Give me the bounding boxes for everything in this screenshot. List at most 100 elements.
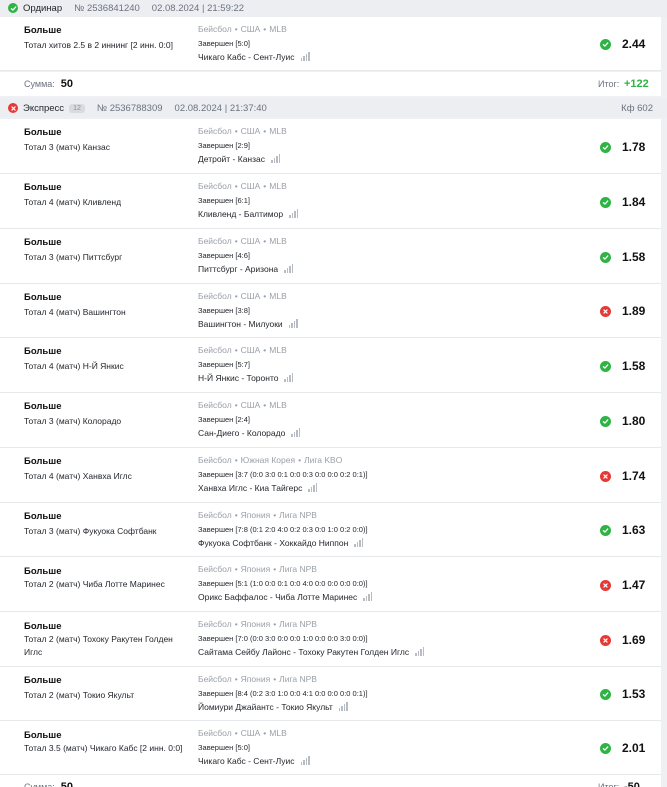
- check-circle-icon: [600, 196, 611, 208]
- match-teams[interactable]: Н-Й Янкис - Торонто: [198, 373, 294, 383]
- sport-name: Бейсбол: [198, 345, 232, 355]
- sport-breadcrumb: Бейсбол • США • MLB: [198, 181, 287, 191]
- country-name: США: [240, 236, 261, 246]
- separator-dot: •: [234, 674, 238, 684]
- stats-bars-icon[interactable]: [415, 647, 425, 656]
- event-row[interactable]: Больше Тотал 3 (матч) Фукуока Софтбанк Бей…: [0, 503, 661, 557]
- league-name: Лига KBO: [304, 455, 343, 465]
- cross-circle-icon: [600, 306, 611, 317]
- stats-bars-icon[interactable]: [288, 319, 298, 328]
- event-row[interactable]: Больше Тотал 4 (матч) Кливленд Бейсбол • США…: [0, 174, 661, 229]
- match-teams[interactable]: Чикаго Кабс - Сент-Луис: [198, 756, 310, 766]
- stats-bars-icon[interactable]: [289, 209, 299, 218]
- event-row[interactable]: Больше Тотал 2 (матч) Тохоку Ракутен Голд…: [0, 612, 661, 667]
- sport-breadcrumb: Бейсбол • США • MLB: [198, 236, 287, 246]
- separator-dot: •: [263, 181, 267, 191]
- stats-bars-icon[interactable]: [354, 538, 364, 547]
- separator-dot: •: [263, 24, 267, 34]
- match-name: Сайтама Сейбу Лайонс - Тохоку Ракутен Го…: [198, 647, 410, 657]
- match-teams[interactable]: Йомиури Джайантс - Токио Якульт: [198, 702, 348, 712]
- coefficient: 1.53: [622, 687, 646, 701]
- cross-circle-icon: [600, 470, 611, 482]
- match-teams[interactable]: Фукуока Софтбанк - Хоккайдо Ниппон: [198, 538, 364, 548]
- event-row[interactable]: Больше Тотал 4 (матч) Вашингтон Бейсбол • СШ…: [0, 284, 661, 338]
- match-status: Завершен [3:7 (0:0 3:0 0:1 0:0 0:3 0:0 0…: [198, 470, 368, 479]
- check-circle-icon: [600, 689, 611, 700]
- stats-bars-icon[interactable]: [284, 264, 294, 273]
- bet-type: Экспресс: [23, 102, 65, 114]
- event-row[interactable]: Больше Тотал 4 (матч) Н-Й Янкис Бейсбол • СШ…: [0, 338, 661, 393]
- league-name: Лига NPB: [279, 619, 317, 629]
- bet-header[interactable]: Ординар № 2536841240 02.08.2024 | 21:59:22: [0, 0, 667, 17]
- market-name: Тотал 3 (матч) Фукуока Софтбанк: [24, 526, 157, 536]
- match-status: Завершен [5:1 (1:0 0:0 0:1 0:0 4:0 0:0 0…: [198, 579, 368, 588]
- event-row[interactable]: Больше Тотал 2 (матч) Токио Якульт Бейсбол…: [0, 667, 661, 721]
- check-circle-icon: [600, 525, 611, 536]
- match-teams[interactable]: Орикс Баффалос - Чиба Лотте Маринес: [198, 592, 373, 602]
- stats-bars-icon[interactable]: [363, 592, 373, 601]
- stake-label: Сумма:: [24, 79, 55, 89]
- match-name: Фукуока Софтбанк - Хоккайдо Ниппон: [198, 538, 349, 548]
- match-teams[interactable]: Кливленд - Балтимор: [198, 209, 299, 219]
- stats-bars-icon[interactable]: [308, 483, 318, 492]
- event-row[interactable]: Больше Тотал 3 (матч) Колорадо Бейсбол • США…: [0, 393, 661, 448]
- stats-bars-icon[interactable]: [271, 154, 280, 163]
- coefficient: 1.74: [622, 468, 646, 483]
- coefficient: 1.58: [622, 358, 646, 373]
- stats-bars-icon[interactable]: [338, 702, 348, 711]
- outcome-title: Больше: [24, 292, 62, 303]
- event-row[interactable]: Больше Тотал 3.5 (матч) Чикаго Кабс [2 ин…: [0, 721, 661, 775]
- league-name: MLB: [269, 400, 287, 410]
- sport-name: Бейсбол: [198, 728, 232, 738]
- match-name: Сан-Диего - Колорадо: [198, 428, 286, 438]
- match-teams[interactable]: Питтсбург - Аризона: [198, 264, 294, 274]
- stats-bars-icon[interactable]: [300, 756, 310, 765]
- match-teams[interactable]: Детройт - Канзас: [198, 154, 280, 164]
- match-teams[interactable]: Сан-Диего - Колорадо: [198, 428, 301, 438]
- league-name: MLB: [269, 345, 287, 355]
- country-name: США: [240, 181, 261, 191]
- separator-dot: •: [234, 400, 238, 410]
- market-name: Тотал 3 (матч) Канзас: [24, 142, 110, 152]
- events-count-badge: 12: [69, 103, 85, 113]
- stats-bars-icon[interactable]: [300, 52, 310, 61]
- event-row[interactable]: Больше Тотал 2 (матч) Чиба Лотте Маринес Б…: [0, 557, 661, 612]
- match-teams[interactable]: Сайтама Сейбу Лайонс - Тохоку Ракутен Го…: [198, 647, 425, 657]
- match-name: Чикаго Кабс - Сент-Луис: [198, 756, 295, 766]
- event-row[interactable]: Больше Тотал 3 (матч) Канзас Бейсбол • США • M…: [0, 119, 661, 174]
- stake-value: 50: [60, 78, 74, 90]
- market-name: Тотал 2 (матч) Чиба Лотте Маринес: [24, 579, 165, 589]
- league-name: MLB: [269, 236, 287, 246]
- match-teams[interactable]: Вашингтон - Милуоки: [198, 319, 298, 329]
- match-status: Завершен [6:1]: [198, 196, 250, 205]
- cross-circle-icon: [600, 634, 611, 646]
- league-name: MLB: [269, 126, 287, 136]
- coefficient: 1.63: [622, 523, 646, 537]
- check-circle-icon: [600, 141, 611, 153]
- event-row[interactable]: Больше Тотал 3 (матч) Питтсбург Бейсбол • СШ…: [0, 229, 661, 284]
- outcome-title: Больше: [24, 621, 62, 632]
- sport-breadcrumb: Бейсбол • Япония • Лига NPB: [198, 619, 317, 629]
- event-row[interactable]: Больше Тотал хитов 2.5 в 2 иннинг [2 инн.…: [0, 17, 661, 71]
- match-name: Кливленд - Балтимор: [198, 209, 284, 219]
- event-row[interactable]: Больше Тотал 4 (матч) Ханвха Иглс Бейсбол •…: [0, 448, 661, 503]
- match-name: Питтсбург - Аризона: [198, 264, 279, 274]
- check-circle-icon: [600, 39, 611, 50]
- country-name: США: [240, 126, 261, 136]
- match-name: Н-Й Янкис - Торонто: [198, 373, 279, 383]
- match-teams[interactable]: Чикаго Кабс - Сент-Луис: [198, 52, 310, 62]
- coefficient: 1.69: [622, 632, 646, 647]
- match-teams[interactable]: Ханвха Иглс - Киа Тайгерс: [198, 483, 318, 493]
- stats-bars-icon[interactable]: [291, 428, 301, 437]
- bet-header[interactable]: Экспресс 12 № 2536788309 02.08.2024 | 21:37…: [0, 99, 667, 117]
- sport-name: Бейсбол: [198, 455, 232, 465]
- bet-number: № 2536788309: [96, 102, 163, 114]
- sport-name: Бейсбол: [198, 181, 232, 191]
- match-status: Завершен [5:7]: [198, 360, 250, 369]
- stats-bars-icon[interactable]: [284, 373, 294, 382]
- sport-breadcrumb: Бейсбол • Южная Корея • Лига KBO: [198, 455, 342, 465]
- separator-dot: •: [234, 728, 238, 738]
- separator-dot: •: [263, 400, 267, 410]
- outcome-title: Больше: [24, 730, 62, 741]
- outcome-title: Больше: [24, 511, 62, 522]
